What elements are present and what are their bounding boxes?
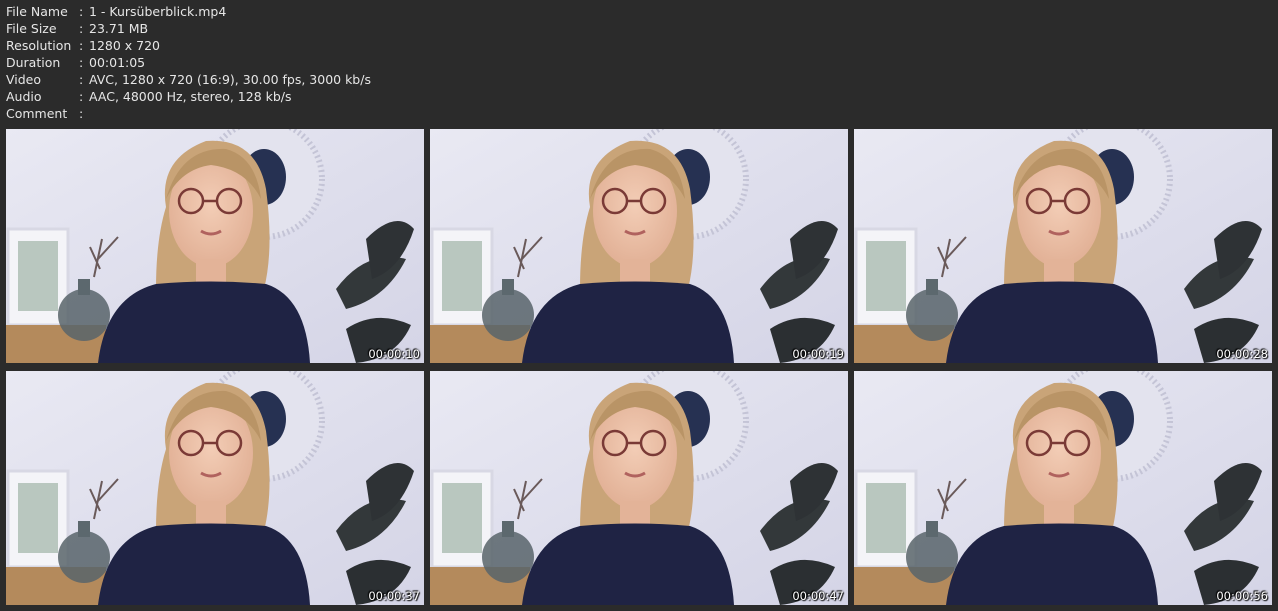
- timestamp-label: 00:00:19: [792, 347, 844, 361]
- info-separator: :: [79, 21, 84, 36]
- file-info-panel: File Name : 1 - Kursüberblick.mp4 File S…: [6, 3, 371, 122]
- info-row-resolution: Resolution : 1280 x 720: [6, 37, 371, 54]
- thumbnail-frame[interactable]: 00:00:56: [854, 371, 1272, 605]
- info-value: 1 - Kursüberblick.mp4: [89, 4, 227, 19]
- timestamp-label: 00:00:28: [1216, 347, 1268, 361]
- thumbnail-frame[interactable]: 00:00:19: [430, 129, 848, 363]
- timestamp-label: 00:00:47: [792, 589, 844, 603]
- thumbnail-frame[interactable]: 00:00:10: [6, 129, 424, 363]
- info-separator: :: [79, 4, 84, 19]
- info-separator: :: [79, 89, 84, 104]
- info-row-file-size: File Size : 23.71 MB: [6, 20, 371, 37]
- info-key: File Size: [6, 21, 57, 36]
- video-frame-image: [854, 371, 1272, 605]
- info-row-duration: Duration : 00:01:05: [6, 54, 371, 71]
- video-frame-image: [6, 129, 424, 363]
- thumbnail-frame[interactable]: 00:00:47: [430, 371, 848, 605]
- info-key: Video: [6, 72, 42, 87]
- info-value: 23.71 MB: [89, 21, 149, 36]
- info-value: AAC, 48000 Hz, stereo, 128 kb/s: [89, 89, 292, 104]
- info-row-file-name: File Name : 1 - Kursüberblick.mp4: [6, 3, 371, 20]
- info-separator: :: [79, 38, 84, 53]
- video-frame-image: [430, 129, 848, 363]
- info-separator: :: [79, 106, 84, 121]
- info-separator: :: [79, 55, 84, 70]
- info-separator: :: [79, 72, 84, 87]
- video-frame-image: [430, 371, 848, 605]
- timestamp-label: 00:00:10: [368, 347, 420, 361]
- info-row-audio: Audio : AAC, 48000 Hz, stereo, 128 kb/s: [6, 88, 371, 105]
- video-frame-image: [854, 129, 1272, 363]
- thumbnail-frame[interactable]: 00:00:28: [854, 129, 1272, 363]
- info-key: Comment: [6, 106, 68, 121]
- thumbnail-grid: 00:00:10 00:00:19 00:00:28 00:00:37 00:0…: [6, 129, 1274, 605]
- info-row-video: Video : AVC, 1280 x 720 (16:9), 30.00 fp…: [6, 71, 371, 88]
- info-key: Audio: [6, 89, 42, 104]
- info-row-comment: Comment :: [6, 105, 371, 122]
- info-key: File Name: [6, 4, 68, 19]
- info-key: Resolution: [6, 38, 72, 53]
- info-key: Duration: [6, 55, 61, 70]
- info-value: 1280 x 720: [89, 38, 161, 53]
- timestamp-label: 00:00:37: [368, 589, 420, 603]
- thumbnail-frame[interactable]: 00:00:37: [6, 371, 424, 605]
- video-frame-image: [6, 371, 424, 605]
- info-value: AVC, 1280 x 720 (16:9), 30.00 fps, 3000 …: [89, 72, 371, 87]
- timestamp-label: 00:00:56: [1216, 589, 1268, 603]
- info-value: 00:01:05: [89, 55, 146, 70]
